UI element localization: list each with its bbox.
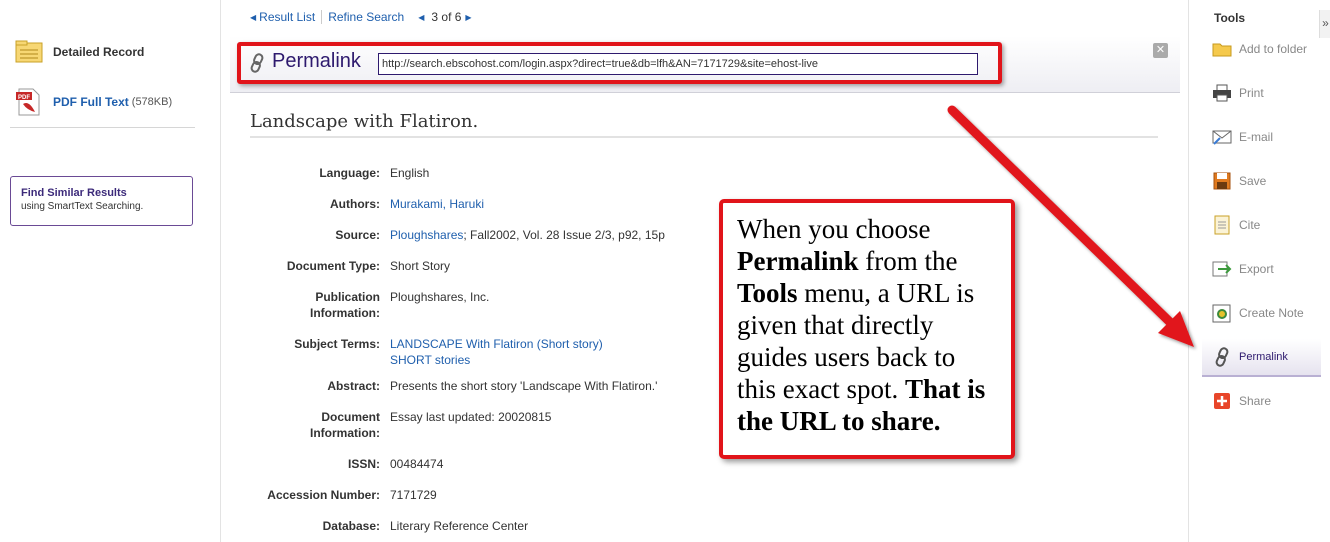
- subject-term-link[interactable]: LANDSCAPE With Flatiron (Short story): [390, 337, 603, 351]
- publication-information-label: Publication Information:: [310, 289, 380, 321]
- detailed-record-link[interactable]: Detailed Record: [15, 40, 144, 64]
- tool-label: Print: [1239, 86, 1264, 100]
- label-line: Information:: [310, 426, 380, 440]
- database-value: Literary Reference Center: [390, 519, 529, 533]
- callout-text: from the: [858, 246, 958, 276]
- document-type-value: Short Story: [390, 259, 451, 273]
- source-label: Source:: [335, 228, 380, 242]
- next-record-icon[interactable]: ▶: [465, 13, 471, 22]
- callout-text: When you choose: [737, 214, 931, 244]
- tool-label: Share: [1239, 394, 1272, 408]
- source-link[interactable]: Ploughshares: [390, 228, 463, 242]
- document-information-label: Document Information:: [310, 409, 380, 441]
- previous-record-icon[interactable]: ◀: [418, 13, 424, 22]
- accession-number-label: Accession Number:: [267, 488, 380, 502]
- tools-heading: Tools: [1214, 11, 1246, 25]
- tool-label: E-mail: [1239, 130, 1274, 144]
- issn-label: ISSN:: [347, 457, 380, 471]
- label-line: Publication: [315, 290, 380, 304]
- pdf-full-text-label: PDF Full Text: [53, 95, 129, 109]
- source-value: Ploughshares; Fall2002, Vol. 28 Issue 2/…: [390, 227, 665, 243]
- subject-terms-label: Subject Terms:: [294, 337, 380, 351]
- label-line: Document: [321, 410, 380, 424]
- issn-value: 00484474: [390, 457, 444, 471]
- close-icon[interactable]: ✕: [1153, 43, 1168, 58]
- svg-text:PDF: PDF: [18, 95, 30, 101]
- callout-bold-text: Permalink: [737, 246, 859, 276]
- tool-label: Permalink: [1239, 351, 1288, 363]
- share-icon: [1212, 391, 1232, 411]
- record-position: 3 of 6: [431, 10, 462, 24]
- abstract-value: Presents the short story 'Landscape With…: [390, 379, 658, 393]
- tool-label: Add to folder: [1239, 42, 1308, 56]
- tool-label: Cite: [1239, 218, 1261, 232]
- language-value: English: [390, 166, 430, 180]
- database-label: Database:: [322, 519, 380, 533]
- folder-icon: [1212, 39, 1232, 59]
- tool-label: Create Note: [1239, 306, 1304, 320]
- annotation-callout: When you choose Permalink from the Tools…: [719, 199, 1015, 459]
- record-icon: [15, 40, 43, 63]
- accession-number-value: 7171729: [390, 488, 437, 502]
- result-navigation: ◀ Result List Refine Search ◀ 3 of 6 ▶: [250, 10, 475, 24]
- label-line: Information:: [310, 306, 380, 320]
- tool-label: Export: [1239, 262, 1274, 276]
- document-type-label: Document Type:: [286, 259, 380, 273]
- publication-information-value: Ploughshares, Inc.: [390, 290, 490, 304]
- triangle-left-icon: ◀: [250, 12, 257, 22]
- pdf-icon: PDF: [16, 88, 40, 116]
- result-list-link[interactable]: Result List: [259, 10, 315, 24]
- subject-terms-value: LANDSCAPE With Flatiron (Short story) SHO…: [390, 336, 603, 368]
- author-link[interactable]: Murakami, Haruki: [390, 196, 484, 212]
- pdf-full-text-link[interactable]: PDF PDF Full Text (578KB): [15, 88, 172, 116]
- find-similar-results-button[interactable]: Find Similar Results using SmartText Sea…: [10, 176, 193, 226]
- refine-search-link[interactable]: Refine Search: [328, 10, 404, 24]
- detailed-record-label: Detailed Record: [53, 45, 145, 59]
- highlight-box: [237, 42, 1002, 84]
- record-title: Landscape with Flatiron.: [250, 111, 479, 132]
- tool-share[interactable]: Share: [1202, 383, 1321, 419]
- tool-add-to-folder[interactable]: Add to folder: [1202, 31, 1321, 67]
- divider: [321, 10, 323, 24]
- language-label: Language:: [319, 166, 380, 180]
- source-details: ; Fall2002, Vol. 28 Issue 2/3, p92, 15p: [463, 228, 665, 242]
- divider: [10, 127, 195, 128]
- find-similar-title: Find Similar Results: [21, 187, 127, 199]
- pdf-size: (578KB): [131, 96, 173, 108]
- callout-bold-text: Tools: [737, 278, 798, 308]
- find-similar-subtitle: using SmartText Searching.: [21, 201, 144, 212]
- tool-label: Save: [1239, 174, 1267, 188]
- authors-label: Authors:: [330, 197, 380, 211]
- abstract-label: Abstract:: [327, 379, 380, 393]
- subject-term-link[interactable]: SHORT stories: [390, 353, 470, 367]
- document-information-value: Essay last updated: 20020815: [390, 410, 552, 424]
- left-sidebar: Detailed Record PDF PDF Full Text (578KB…: [0, 0, 221, 542]
